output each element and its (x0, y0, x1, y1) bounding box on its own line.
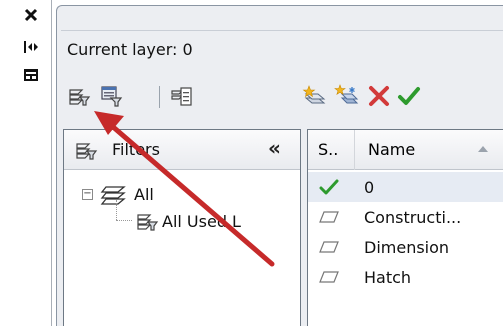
layer-name: Constructi... (364, 208, 462, 227)
layer-row[interactable]: Dimension (308, 232, 503, 262)
layer-states-manager-icon[interactable] (167, 82, 195, 110)
layer-name: 0 (364, 178, 375, 197)
layer-name: Hatch (364, 268, 412, 287)
layer-status-icon (318, 268, 340, 286)
set-current-icon[interactable] (395, 82, 423, 110)
current-layer-label: Current layer: 0 (67, 40, 193, 59)
collapse-filters-button[interactable]: « (268, 136, 281, 160)
delete-layer-icon[interactable] (365, 82, 393, 110)
sort-ascending-icon (478, 146, 488, 152)
status-column-header[interactable]: S.. (318, 140, 338, 159)
layer-row[interactable]: 0 (308, 172, 503, 202)
new-layer-icon[interactable] (301, 82, 329, 110)
layer-row[interactable]: Hatch (308, 262, 503, 292)
filters-tree-pane: Filters « − All All Used L (63, 129, 301, 326)
current-layer-check-icon (318, 178, 340, 196)
new-property-filter-icon[interactable] (65, 82, 93, 110)
collapse-tree-icon[interactable]: − (82, 188, 93, 200)
filters-header: Filters « (64, 130, 300, 170)
palette-title-strip (0, 0, 54, 326)
layer-properties-palette: Current layer: 0 Filters « − All All Use… (56, 5, 503, 326)
layer-name: Dimension (364, 238, 450, 257)
layer-list-pane: S.. Name 0 Constructi... Dimension Hatch (307, 129, 503, 326)
new-group-filter-icon[interactable] (97, 82, 125, 110)
layer-list-header: S.. Name (308, 130, 503, 170)
properties-icon[interactable] (22, 66, 40, 84)
layer-row[interactable]: Constructi... (308, 202, 503, 232)
name-column-header[interactable]: Name (368, 140, 415, 159)
tree-item-all-label: All (134, 184, 154, 204)
auto-hide-icon[interactable] (22, 38, 40, 56)
filters-label: Filters (112, 140, 160, 159)
filter-icon (74, 138, 98, 166)
layer-status-icon (318, 208, 340, 226)
close-icon[interactable] (22, 6, 40, 24)
tree-item-all-used-label: All Used L (162, 211, 241, 231)
layer-status-icon (318, 238, 340, 256)
tree-item-all[interactable]: − All (82, 180, 154, 208)
new-layer-vp-frozen-icon[interactable] (333, 82, 361, 110)
tree-item-all-used-layers[interactable]: All Used L (134, 207, 241, 235)
filter-used-icon (137, 214, 159, 231)
filter-all-icon (100, 186, 126, 205)
